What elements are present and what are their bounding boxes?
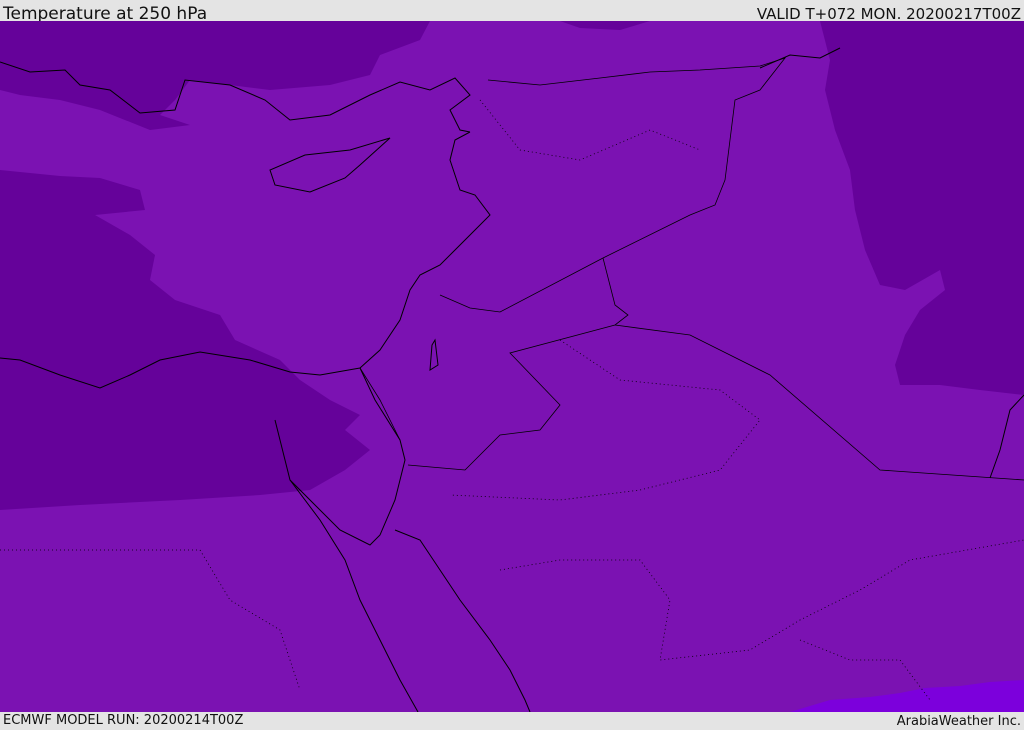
header-bar: Temperature at 250 hPa VALID T+072 MON. … — [0, 0, 1024, 24]
footer-bar: ECMWF MODEL RUN: 20200214T00Z ArabiaWeat… — [0, 712, 1024, 729]
temperature-map[interactable] — [0, 21, 1024, 712]
model-run: ECMWF MODEL RUN: 20200214T00Z — [3, 713, 244, 728]
credit: ArabiaWeather Inc. — [896, 714, 1021, 729]
